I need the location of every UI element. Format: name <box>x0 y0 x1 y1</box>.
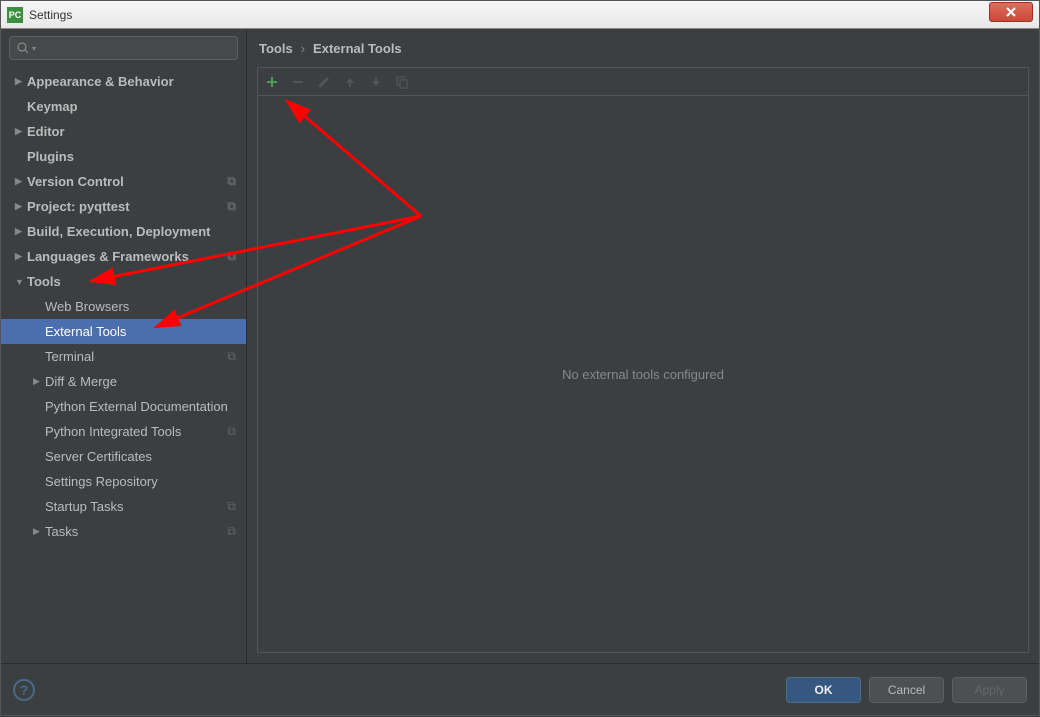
add-button[interactable] <box>264 74 280 90</box>
search-input[interactable]: ▾ <box>9 36 238 60</box>
tree-item-terminal[interactable]: Terminal ⧉ <box>1 344 246 369</box>
copy-button[interactable] <box>394 74 410 90</box>
breadcrumb-separator: › <box>301 41 305 56</box>
tree-item-project-pyqttest[interactable]: ▶Project: pyqttest ⧉ <box>1 194 246 219</box>
chevron-right-icon: ▶ <box>15 226 27 237</box>
tree-item-label: Appearance & Behavior <box>27 74 174 89</box>
copy-icon <box>395 75 409 89</box>
tree-item-external-tools[interactable]: External Tools <box>1 319 246 344</box>
dialog-footer: ? OK Cancel Apply <box>1 663 1039 715</box>
project-storage-icon: ⧉ <box>227 174 236 189</box>
window-title: Settings <box>29 8 72 22</box>
tree-item-label: Settings Repository <box>45 474 158 489</box>
tree-item-label: Editor <box>27 124 65 139</box>
tools-toolbar <box>257 67 1029 95</box>
pencil-icon <box>317 75 331 89</box>
project-storage-icon: ⧉ <box>227 249 236 264</box>
edit-button[interactable] <box>316 74 332 90</box>
chevron-right-icon: ▶ <box>15 176 27 187</box>
empty-state-text: No external tools configured <box>562 367 724 382</box>
tree-item-label: Languages & Frameworks <box>27 249 189 264</box>
move-up-button[interactable] <box>342 74 358 90</box>
close-icon <box>1005 6 1017 18</box>
project-storage-icon: ⧉ <box>227 524 236 539</box>
tree-item-label: Startup Tasks <box>45 499 124 514</box>
project-storage-icon: ⧉ <box>227 424 236 439</box>
tree-item-label: Version Control <box>27 174 124 189</box>
chevron-right-icon: ▶ <box>15 201 27 212</box>
tree-item-python-integrated-tools[interactable]: Python Integrated Tools ⧉ <box>1 419 246 444</box>
tree-item-editor[interactable]: ▶Editor <box>1 119 246 144</box>
project-storage-icon: ⧉ <box>227 499 236 514</box>
tree-item-label: Terminal <box>45 349 94 364</box>
tree-item-label: Python External Documentation <box>45 399 228 414</box>
titlebar: PC Settings <box>1 1 1039 29</box>
chevron-right-icon: ▶ <box>15 126 27 137</box>
tree-item-appearance-behavior[interactable]: ▶Appearance & Behavior <box>1 69 246 94</box>
window-close-button[interactable] <box>989 2 1033 22</box>
move-down-button[interactable] <box>368 74 384 90</box>
tree-item-tools[interactable]: ▼Tools <box>1 269 246 294</box>
settings-tree[interactable]: ▶Appearance & BehaviorKeymap▶EditorPlugi… <box>1 67 246 663</box>
tree-item-label: Tools <box>27 274 61 289</box>
remove-button[interactable] <box>290 74 306 90</box>
arrow-up-icon <box>343 75 357 89</box>
ok-button[interactable]: OK <box>786 677 861 703</box>
chevron-down-icon: ▾ <box>32 44 36 53</box>
minus-icon <box>291 75 305 89</box>
arrow-down-icon <box>369 75 383 89</box>
content-area: ▾ ▶Appearance & BehaviorKeymap▶EditorPlu… <box>1 29 1039 663</box>
tree-item-web-browsers[interactable]: Web Browsers <box>1 294 246 319</box>
tree-item-label: External Tools <box>45 324 126 339</box>
project-storage-icon: ⧉ <box>227 349 236 364</box>
tree-item-label: Server Certificates <box>45 449 152 464</box>
chevron-down-icon: ▼ <box>15 277 27 287</box>
tree-item-label: Python Integrated Tools <box>45 424 181 439</box>
tree-item-settings-repository[interactable]: Settings Repository <box>1 469 246 494</box>
cancel-button[interactable]: Cancel <box>869 677 944 703</box>
tree-item-plugins[interactable]: Plugins <box>1 144 246 169</box>
tree-item-label: Project: pyqttest <box>27 199 130 214</box>
external-tools-panel: No external tools configured <box>257 95 1029 653</box>
tree-item-label: Build, Execution, Deployment <box>27 224 210 239</box>
tree-item-python-external-documentation[interactable]: Python External Documentation <box>1 394 246 419</box>
breadcrumb-root[interactable]: Tools <box>259 41 293 56</box>
tree-item-startup-tasks[interactable]: Startup Tasks ⧉ <box>1 494 246 519</box>
tree-item-label: Web Browsers <box>45 299 129 314</box>
help-button[interactable]: ? <box>13 679 35 701</box>
tree-item-build-execution-deployment[interactable]: ▶Build, Execution, Deployment <box>1 219 246 244</box>
breadcrumb: Tools › External Tools <box>247 29 1039 67</box>
tree-item-keymap[interactable]: Keymap <box>1 94 246 119</box>
tree-item-label: Diff & Merge <box>45 374 117 389</box>
chevron-right-icon: ▶ <box>15 76 27 87</box>
tree-item-languages-frameworks[interactable]: ▶Languages & Frameworks ⧉ <box>1 244 246 269</box>
tree-item-label: Keymap <box>27 99 78 114</box>
tree-item-label: Tasks <box>45 524 78 539</box>
tree-item-tasks[interactable]: ▶Tasks ⧉ <box>1 519 246 544</box>
main-panel: Tools › External Tools N <box>247 29 1039 663</box>
tree-item-server-certificates[interactable]: Server Certificates <box>1 444 246 469</box>
plus-icon <box>265 75 279 89</box>
settings-sidebar: ▾ ▶Appearance & BehaviorKeymap▶EditorPlu… <box>1 29 247 663</box>
tree-item-label: Plugins <box>27 149 74 164</box>
project-storage-icon: ⧉ <box>227 199 236 214</box>
chevron-right-icon: ▶ <box>33 376 45 387</box>
search-icon <box>16 41 30 55</box>
tree-item-diff-merge[interactable]: ▶Diff & Merge <box>1 369 246 394</box>
breadcrumb-leaf: External Tools <box>313 41 402 56</box>
apply-button[interactable]: Apply <box>952 677 1027 703</box>
chevron-right-icon: ▶ <box>33 526 45 537</box>
chevron-right-icon: ▶ <box>15 251 27 262</box>
tree-item-version-control[interactable]: ▶Version Control ⧉ <box>1 169 246 194</box>
app-icon: PC <box>7 7 23 23</box>
